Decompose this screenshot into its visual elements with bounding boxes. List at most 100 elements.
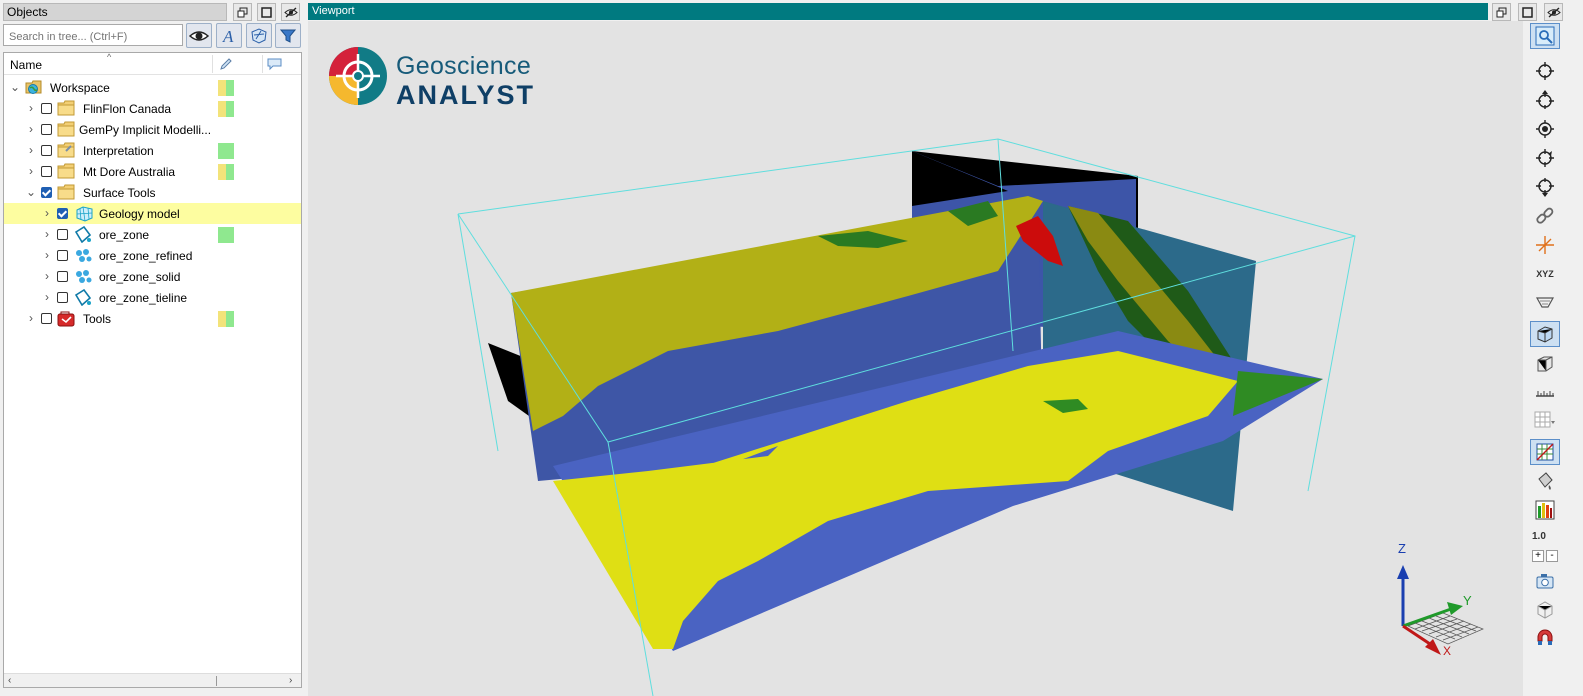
text-filter-button[interactable]: A <box>216 23 242 48</box>
tree-row-flinflon-canada[interactable]: › FlinFlon Canada <box>4 98 301 119</box>
scale-decrease-button[interactable]: - <box>1546 550 1558 562</box>
tree-row-gempy-implicit-modelling[interactable]: › GemPy Implicit Modelli... <box>4 119 301 140</box>
column-header-comments[interactable] <box>267 57 282 74</box>
tree-horizontal-scrollbar[interactable]: ‹ › <box>4 673 301 687</box>
show-grid-button[interactable] <box>1530 439 1560 465</box>
visibility-checkbox[interactable] <box>41 313 52 324</box>
color-swatch[interactable] <box>218 101 234 117</box>
visibility-checkbox[interactable] <box>41 166 52 177</box>
visibility-checkbox[interactable] <box>41 103 52 114</box>
visibility-checkbox[interactable] <box>41 145 52 156</box>
surface-icon <box>74 288 92 307</box>
grid-dropdown-icon <box>1534 411 1555 428</box>
scroll-left-icon[interactable]: ‹ <box>8 675 11 686</box>
paint-bucket-button[interactable] <box>1530 468 1560 494</box>
hide-panel-button[interactable] <box>281 3 300 21</box>
collapse-icon[interactable]: ⌄ <box>25 186 37 198</box>
expand-icon[interactable]: › <box>25 144 37 156</box>
tree-row-mt-dore-australia[interactable]: › Mt Dore Australia <box>4 161 301 182</box>
funnel-icon <box>280 29 296 43</box>
cursor-crosshair-button[interactable] <box>1530 232 1560 258</box>
visibility-checkbox[interactable] <box>41 124 52 135</box>
view-rotate-button[interactable] <box>1530 58 1560 84</box>
visibility-checkbox[interactable] <box>57 292 68 303</box>
view-center-button[interactable] <box>1530 116 1560 142</box>
tree-row-ore-zone-refined[interactable]: › ore_zone_refined <box>4 245 301 266</box>
color-swatch[interactable] <box>218 80 234 96</box>
filter-button[interactable] <box>275 23 301 48</box>
screenshot-button[interactable] <box>1530 568 1560 594</box>
expand-icon[interactable]: › <box>25 102 37 114</box>
link-views-button[interactable] <box>1530 203 1560 229</box>
color-legend-button[interactable] <box>1530 497 1560 523</box>
restore-icon <box>1496 7 1507 17</box>
orange-crosshair-icon <box>1536 236 1554 254</box>
tree-search-input[interactable] <box>3 24 183 46</box>
expand-icon[interactable]: › <box>25 312 37 324</box>
ruler-button[interactable] <box>1530 379 1560 405</box>
tree-header: Name ^ <box>4 53 301 75</box>
tree-row-ore-zone[interactable]: › ore_zone <box>4 224 301 245</box>
expand-icon[interactable]: › <box>25 165 37 177</box>
tree-row-ore-zone-solid[interactable]: › ore_zone_solid <box>4 266 301 287</box>
link-icon <box>1536 207 1554 224</box>
color-swatch[interactable] <box>218 143 234 159</box>
maximize-panel-button[interactable] <box>257 3 276 21</box>
tree-row-surface-tools[interactable]: ⌄ Surface Tools <box>4 182 301 203</box>
tree-row-geology-model[interactable]: › Geology model <box>4 203 301 224</box>
mesh-filter-icon <box>251 27 267 44</box>
tree-row-interpretation[interactable]: › Interpretation <box>4 140 301 161</box>
text-style-icon: A <box>222 27 234 45</box>
wireframe-view-button[interactable] <box>1530 597 1560 623</box>
scroll-right-icon[interactable]: › <box>289 675 292 686</box>
restore-icon <box>237 7 248 17</box>
clipping-plane-button[interactable] <box>1530 290 1560 316</box>
tree-row-label: GemPy Implicit Modelli... <box>79 123 212 137</box>
expand-icon[interactable]: › <box>41 249 53 261</box>
column-header-name[interactable]: Name <box>10 58 42 72</box>
3d-viewport-canvas[interactable]: Geoscience ANALYST Z Y X <box>308 21 1523 696</box>
expand-icon[interactable]: › <box>41 270 53 282</box>
visibility-checkbox[interactable] <box>41 187 52 198</box>
collapse-icon[interactable]: ⌄ <box>9 81 21 93</box>
tree-row-label: ore_zone_tieline <box>99 291 188 305</box>
color-swatch[interactable] <box>218 227 234 243</box>
viewport-panel: Viewport Geoscience ANALYST Z Y X XYZ 1.… <box>308 0 1583 696</box>
visibility-checkbox[interactable] <box>57 271 68 282</box>
viewport-maximize-button[interactable] <box>1518 3 1537 21</box>
expand-icon[interactable]: › <box>41 207 53 219</box>
color-swatch[interactable] <box>218 311 234 327</box>
xyz-coordinates-button[interactable]: XYZ <box>1530 261 1560 287</box>
expand-icon[interactable]: › <box>41 291 53 303</box>
expand-icon[interactable]: › <box>41 228 53 240</box>
expand-icon[interactable]: › <box>25 123 37 135</box>
color-swatch[interactable] <box>218 164 234 180</box>
viewport-float-button[interactable] <box>1492 3 1511 21</box>
object-tree[interactable]: Name ^ ⌄ Workspace › FlinFlon Canada › G… <box>3 52 302 688</box>
tree-row-tools[interactable]: › Tools <box>4 308 301 329</box>
zoom-extents-button[interactable] <box>1530 23 1560 49</box>
view-side-button[interactable] <box>1530 145 1560 171</box>
visibility-toggle-button[interactable] <box>186 23 212 48</box>
float-panel-button[interactable] <box>233 3 252 21</box>
axis-triad <box>1397 565 1484 655</box>
snap-magnet-button[interactable] <box>1530 625 1560 651</box>
scroll-thumb[interactable] <box>216 676 217 686</box>
tree-row-workspace[interactable]: ⌄ Workspace <box>4 77 301 98</box>
scale-increase-button[interactable]: + <box>1532 550 1544 562</box>
visibility-checkbox[interactable] <box>57 250 68 261</box>
view-top-button[interactable] <box>1530 87 1560 113</box>
viewport-hide-button[interactable] <box>1544 3 1563 21</box>
perspective-cube-icon <box>1537 326 1553 343</box>
tree-row-ore-zone-tieline[interactable]: › ore_zone_tieline <box>4 287 301 308</box>
slice-horizontal-green-edge <box>1233 371 1323 416</box>
surface-filter-button[interactable] <box>246 23 272 48</box>
orthographic-view-button[interactable] <box>1530 351 1560 377</box>
visibility-checkbox[interactable] <box>57 229 68 240</box>
column-header-color[interactable] <box>219 57 233 74</box>
visibility-checkbox[interactable] <box>57 208 68 219</box>
view-bottom-button[interactable] <box>1530 174 1560 200</box>
tree-row-label: Surface Tools <box>83 186 156 200</box>
perspective-view-button[interactable] <box>1530 321 1560 347</box>
grid-options-button[interactable] <box>1530 407 1560 433</box>
